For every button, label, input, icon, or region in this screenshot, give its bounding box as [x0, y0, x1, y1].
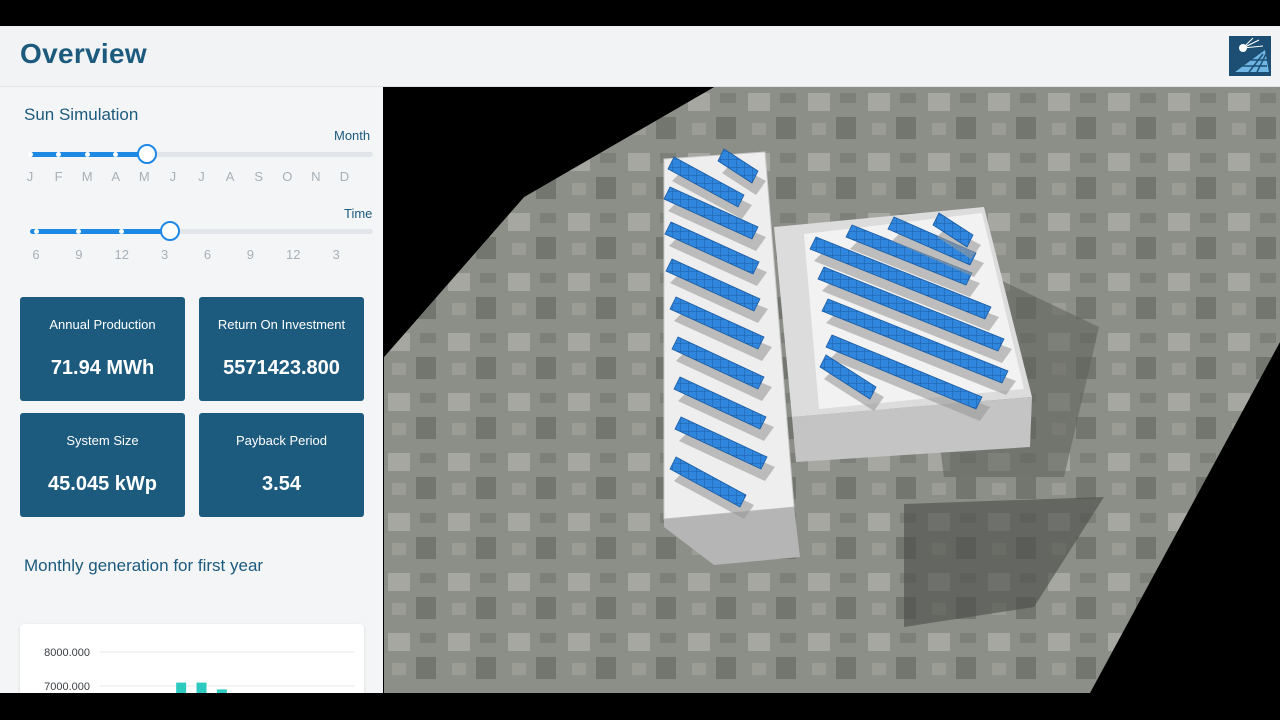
chart-bar-M[interactable]: [196, 682, 207, 693]
chart-bar-A[interactable]: [176, 682, 187, 693]
month-tick-label[interactable]: M: [77, 169, 97, 184]
app-window: Overview Sun Simulation Month Time Annua…: [0, 26, 1280, 693]
system-size-value: 45.045 kWp: [48, 473, 157, 495]
month-tick-label[interactable]: M: [134, 169, 154, 184]
monthly-generation-chart: 8000.0007000.0006000.000: [20, 624, 364, 693]
payback-period-value: 3.54: [262, 473, 301, 495]
monthly-generation-title: Monthly generation for first year: [24, 556, 264, 575]
time-tick-label[interactable]: 12: [283, 247, 303, 262]
sun-simulation-title: Sun Simulation: [24, 105, 139, 124]
time-tick-label[interactable]: 3: [326, 247, 346, 262]
page-title: Overview: [20, 38, 147, 69]
roi-label: Return On Investment: [217, 317, 346, 332]
payback-period-card: Payback Period 3.54: [199, 413, 364, 517]
month-slider-handle[interactable]: [137, 144, 157, 164]
chart-y-tick-label: 7000.000: [44, 681, 90, 693]
month-tick-label[interactable]: F: [49, 169, 69, 184]
monthly-generation-plot: 8000.0007000.0006000.000: [44, 647, 354, 693]
month-tick-label[interactable]: N: [306, 169, 326, 184]
month-tick-label[interactable]: S: [249, 169, 269, 184]
month-tick-label[interactable]: D: [334, 169, 354, 184]
chart-y-tick-label: 8000.000: [44, 647, 90, 659]
system-size-card: System Size 45.045 kWp: [20, 413, 185, 517]
solar-logo-icon: [1235, 37, 1269, 73]
month-label: Month: [334, 128, 371, 143]
time-tick-label[interactable]: 9: [69, 247, 89, 262]
time-slider-handle[interactable]: [160, 221, 180, 241]
month-tick-label[interactable]: J: [192, 169, 212, 184]
roi-card: Return On Investment 5571423.800: [199, 297, 364, 401]
annual-production-label: Annual Production: [49, 317, 156, 332]
roi-value: 5571423.800: [223, 357, 340, 379]
header-bar: Overview: [0, 26, 1280, 87]
time-slider-fill: [30, 229, 169, 234]
time-slider-tick: [33, 229, 39, 234]
month-slider-tick: [27, 152, 33, 157]
month-tick-label[interactable]: A: [106, 169, 126, 184]
map-3d-view[interactable]: [384, 87, 1280, 693]
time-tick-label[interactable]: 6: [198, 247, 218, 262]
chart-bar-J[interactable]: [216, 689, 227, 693]
time-tick-label[interactable]: 12: [112, 247, 132, 262]
payback-period-label: Payback Period: [235, 433, 328, 448]
month-tick-label[interactable]: O: [277, 169, 297, 184]
month-tick-label[interactable]: J: [20, 169, 40, 184]
company-logo[interactable]: [1229, 36, 1271, 76]
time-tick-label[interactable]: 9: [240, 247, 260, 262]
annual-production-card: Annual Production 71.94 MWh: [20, 297, 185, 401]
annual-production-value: 71.94 MWh: [50, 357, 155, 379]
system-size-label: System Size: [66, 433, 139, 448]
time-tick-label[interactable]: 3: [155, 247, 175, 262]
time-label: Time: [344, 206, 373, 221]
month-slider-tick: [84, 152, 90, 157]
month-tick-label[interactable]: J: [163, 169, 183, 184]
month-tick-label[interactable]: A: [220, 169, 240, 184]
time-tick-label[interactable]: 6: [26, 247, 46, 262]
rooftop-3d-scene[interactable]: [384, 87, 1280, 693]
sidebar-panel: Sun Simulation Month Time Annual Product…: [0, 87, 383, 693]
